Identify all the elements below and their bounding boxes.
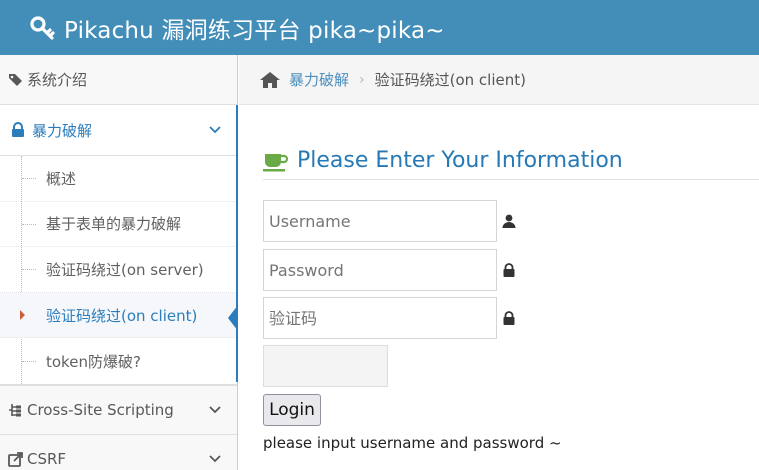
submenu-item-form-brute-force[interactable]: 基于表单的暴力破解 xyxy=(0,202,237,248)
active-pointer xyxy=(228,305,238,331)
sidebar-item-label: 系统介绍 xyxy=(27,71,88,89)
chevron-down-icon xyxy=(209,126,221,134)
sidebar: 系统介绍 暴力破解 概述 基于表单的暴力破解 验证码绕过(on server) … xyxy=(0,55,238,470)
breadcrumb-parent-link[interactable]: 暴力破解 xyxy=(289,69,349,90)
hierarchy-icon xyxy=(9,403,21,417)
sidebar-item-csrf[interactable]: CSRF xyxy=(0,434,237,470)
coffee-icon xyxy=(263,153,289,171)
key-icon xyxy=(30,15,55,40)
sidebar-item-brute-force[interactable]: 暴力破解 xyxy=(0,105,237,156)
status-message: please input username and password ~ xyxy=(263,434,562,452)
top-navbar: Pikachu 漏洞练习平台 pika~pika~ xyxy=(0,0,759,55)
sidebar-item-intro[interactable]: 系统介绍 xyxy=(0,55,237,105)
login-button[interactable]: Login xyxy=(263,394,321,426)
submenu-item-token[interactable]: token防爆破? xyxy=(0,338,237,384)
submenu-item-label: 概述 xyxy=(46,169,77,188)
breadcrumb: 暴力破解 › 验证码绕过(on client) xyxy=(239,55,759,105)
main-content: Please Enter Your Information Login plea… xyxy=(239,106,759,470)
sidebar-item-label: CSRF xyxy=(27,450,67,469)
chevron-down-icon xyxy=(209,455,221,463)
submenu-item-overview[interactable]: 概述 xyxy=(0,156,237,202)
submenu-item-captcha-client[interactable]: 验证码绕过(on client) xyxy=(0,292,237,339)
chevron-down-icon xyxy=(209,406,221,414)
submenu-item-captcha-server[interactable]: 验证码绕过(on server) xyxy=(0,247,237,293)
active-indicator-bar xyxy=(236,105,238,382)
form-heading: Please Enter Your Information xyxy=(263,142,759,180)
sidebar-item-label: Cross-Site Scripting xyxy=(27,400,174,419)
breadcrumb-separator: › xyxy=(359,71,365,88)
app-title[interactable]: Pikachu 漏洞练习平台 pika~pika~ xyxy=(64,11,445,45)
submenu-item-label: 基于表单的暴力破解 xyxy=(46,215,182,234)
form-heading-text: Please Enter Your Information xyxy=(297,148,623,173)
sidebar-item-xss[interactable]: Cross-Site Scripting xyxy=(0,384,237,435)
tags-icon xyxy=(9,73,22,86)
submenu-item-label: 验证码绕过(on client) xyxy=(46,306,198,325)
username-input[interactable] xyxy=(263,200,497,242)
captcha-input[interactable] xyxy=(263,297,497,339)
brute-force-submenu: 概述 基于表单的暴力破解 验证码绕过(on server) 验证码绕过(on c… xyxy=(0,156,237,385)
breadcrumb-current: 验证码绕过(on client) xyxy=(374,71,526,89)
home-icon[interactable] xyxy=(259,71,281,89)
submenu-item-label: 验证码绕过(on server) xyxy=(46,260,204,279)
password-input[interactable] xyxy=(263,249,497,291)
user-icon xyxy=(502,214,516,228)
lock-icon xyxy=(12,122,24,137)
submenu-item-label: token防爆破? xyxy=(46,352,141,371)
lock-icon xyxy=(503,263,515,277)
caret-right-icon xyxy=(20,310,25,321)
captcha-image[interactable] xyxy=(263,345,388,387)
share-icon xyxy=(8,452,23,468)
lock-icon xyxy=(503,311,515,325)
sidebar-item-label: 暴力破解 xyxy=(32,121,93,140)
